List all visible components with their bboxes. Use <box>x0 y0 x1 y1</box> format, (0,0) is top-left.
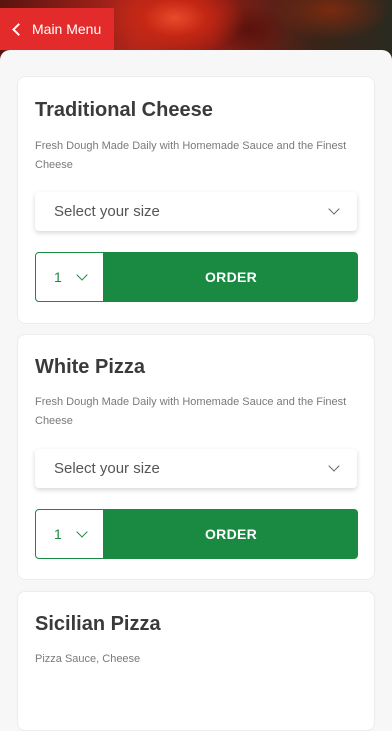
chevron-down-icon <box>328 460 340 472</box>
item-description: Pizza Sauce, Cheese <box>35 653 141 665</box>
size-select-placeholder: Select your size <box>54 203 160 220</box>
item-description: Fresh Dough Made Daily with Homemade Sau… <box>35 396 347 427</box>
item-title: Traditional Cheese <box>35 99 213 121</box>
size-select-placeholder: Select your size <box>54 460 160 477</box>
quantity-select[interactable]: 1 <box>35 252 104 302</box>
back-button-label: Main Menu <box>32 21 102 37</box>
item-title: Sicilian Pizza <box>35 613 161 635</box>
main-menu-back-button[interactable]: Main Menu <box>0 8 114 50</box>
chevron-down-icon <box>328 203 340 215</box>
menu-item-card: Traditional Cheese Fresh Dough Made Dail… <box>17 76 375 324</box>
order-button[interactable]: ORDER <box>104 509 358 559</box>
quantity-value: 1 <box>54 269 62 285</box>
menu-sheet: Traditional Cheese Fresh Dough Made Dail… <box>0 50 392 731</box>
menu-item-card: Sicilian Pizza Pizza Sauce, Cheese <box>17 591 375 731</box>
size-select[interactable]: Select your size <box>35 192 357 231</box>
chevron-down-icon <box>76 269 88 281</box>
item-title: White Pizza <box>35 356 146 378</box>
quantity-select[interactable]: 1 <box>35 509 104 559</box>
size-select[interactable]: Select your size <box>35 449 357 488</box>
chevron-left-icon <box>12 23 25 36</box>
chevron-down-icon <box>76 526 88 538</box>
order-button[interactable]: ORDER <box>104 252 358 302</box>
quantity-value: 1 <box>54 526 62 542</box>
menu-item-card: White Pizza Fresh Dough Made Daily with … <box>17 334 375 580</box>
item-description: Fresh Dough Made Daily with Homemade Sau… <box>35 140 347 171</box>
